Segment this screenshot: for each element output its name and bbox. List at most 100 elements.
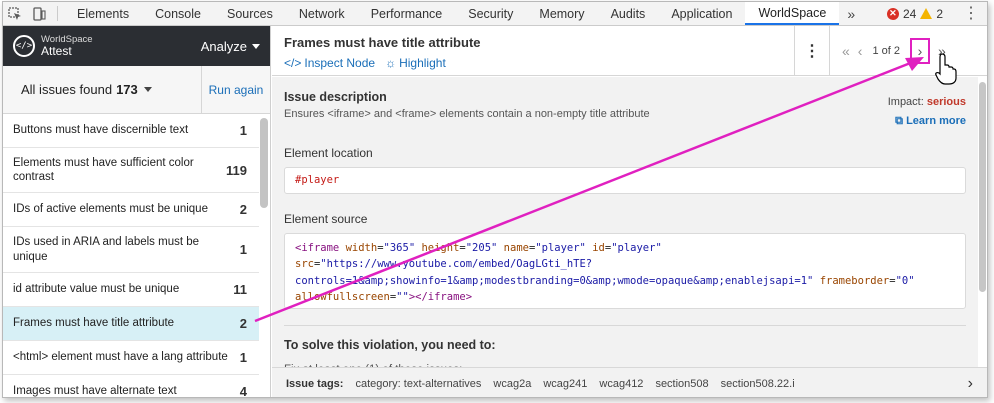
- highlight-label: Highlight: [399, 56, 446, 70]
- issue-tags-bar: Issue tags: category: text-alternatives …: [272, 367, 987, 397]
- more-tabs-button[interactable]: »: [839, 2, 863, 25]
- devtools-menu-icon[interactable]: ⋮: [963, 5, 979, 22]
- issue-tag: category: text-alternatives: [355, 377, 482, 390]
- issue-tags-label: Issue tags:: [286, 377, 344, 390]
- element-source-code[interactable]: <iframe width="365" height="205" name="p…: [284, 233, 966, 309]
- inspect-node-link[interactable]: </> Inspect Node: [284, 56, 375, 70]
- brand-header: </> WorldSpace Attest Analyze: [3, 26, 270, 66]
- issue-item-selected[interactable]: Frames must have title attribute 2: [3, 307, 259, 341]
- learn-more-link[interactable]: ⧉ Learn more: [888, 115, 966, 128]
- impact-label: Impact:: [887, 96, 924, 108]
- issues-summary: All issues found 173 Run again: [3, 66, 270, 114]
- prev-page-icon[interactable]: ‹: [858, 43, 863, 59]
- brand-name: WorldSpace Attest: [41, 34, 93, 58]
- issue-count: 11: [233, 282, 247, 297]
- impact-row: Impact: serious: [888, 96, 966, 108]
- issue-filter-dropdown[interactable]: All issues found 173: [3, 66, 202, 113]
- issue-label: Buttons must have discernible text: [13, 124, 189, 137]
- impact-area: Impact: serious ⧉ Learn more: [888, 90, 966, 128]
- issue-count: 1: [239, 123, 247, 138]
- tab-network[interactable]: Network: [286, 2, 358, 25]
- console-status[interactable]: ✕ 24 2 ⋮: [886, 2, 987, 25]
- issue-tag: wcag241: [543, 377, 588, 390]
- caret-down-icon: [252, 43, 260, 49]
- issue-pager: « ‹ 1 of 2 › »: [830, 26, 987, 75]
- summary-prefix: All issues found: [21, 82, 113, 97]
- detail-scrollbar[interactable]: [979, 82, 986, 292]
- issue-tag: section508: [655, 377, 709, 390]
- more-options-icon[interactable]: ⋮: [794, 26, 830, 75]
- tab-audits[interactable]: Audits: [598, 2, 659, 25]
- last-page-icon[interactable]: »: [938, 43, 946, 59]
- code-icon: </>: [284, 56, 302, 70]
- tab-performance[interactable]: Performance: [358, 2, 456, 25]
- detail-title-area: Frames must have title attribute </> Ins…: [272, 26, 794, 75]
- issue-item[interactable]: IDs used in ARIA and labels must be uniq…: [3, 227, 259, 273]
- element-location-value[interactable]: #player: [284, 167, 966, 194]
- issue-title: Frames must have title attribute: [284, 35, 481, 50]
- tab-application[interactable]: Application: [658, 2, 745, 25]
- analyze-label: Analyze: [200, 38, 247, 54]
- issue-tag: section508.22.i: [720, 377, 795, 390]
- tab-security[interactable]: Security: [455, 2, 526, 25]
- element-source-label: Element source: [284, 212, 368, 226]
- sidebar-scrollbar[interactable]: [260, 118, 268, 208]
- issue-count: 1: [239, 350, 247, 365]
- tab-elements[interactable]: Elements: [64, 2, 142, 25]
- error-count: 24: [902, 6, 917, 21]
- issue-list: Buttons must have discernible text 1 Ele…: [3, 114, 259, 398]
- issue-count: 1: [239, 242, 247, 257]
- device-toolbar-icon[interactable]: [27, 2, 51, 25]
- issues-sidebar: </> WorldSpace Attest Analyze All issues…: [3, 26, 271, 398]
- issue-item[interactable]: Images must have alternate text 4: [3, 375, 259, 398]
- description-left: Issue description Ensures <iframe> and <…: [284, 90, 888, 128]
- error-icon: ✕: [886, 7, 899, 20]
- description-text: Ensures <iframe> and <frame> elements co…: [284, 108, 650, 120]
- issue-tag: wcag412: [599, 377, 644, 390]
- tab-memory[interactable]: Memory: [526, 2, 597, 25]
- issue-count: 2: [239, 202, 247, 217]
- impact-value: serious: [926, 96, 966, 108]
- issue-item[interactable]: Elements must have sufficient color cont…: [3, 148, 259, 193]
- first-page-icon[interactable]: «: [842, 43, 850, 59]
- detail-body: Issue description Ensures <iframe> and <…: [272, 77, 978, 372]
- section-divider: [284, 325, 966, 326]
- detail-actions: </> Inspect Node ☼ Highlight: [284, 56, 794, 70]
- sun-icon: ☼: [385, 56, 397, 70]
- tab-console[interactable]: Console: [142, 2, 214, 25]
- description-title: Issue description: [284, 90, 387, 104]
- external-link-icon: ⧉: [895, 115, 904, 127]
- issue-label: IDs of active elements must be unique: [13, 203, 208, 216]
- issue-item[interactable]: id attribute value must be unique 11: [3, 273, 259, 307]
- element-location-label: Element location: [284, 146, 373, 160]
- issue-description: Issue description Ensures <iframe> and <…: [284, 77, 966, 128]
- warning-count: 2: [936, 6, 943, 21]
- inspect-node-label: Inspect Node: [304, 56, 376, 70]
- worldspace-logo-icon: </>: [13, 35, 35, 57]
- issue-item[interactable]: Buttons must have discernible text 1: [3, 114, 259, 148]
- issue-detail-panel: Frames must have title attribute </> Ins…: [272, 26, 987, 397]
- issue-total-count: 173: [116, 82, 138, 97]
- toolbar-divider: [57, 6, 58, 21]
- issue-item[interactable]: <html> element must have a lang attribut…: [3, 341, 259, 375]
- tab-sources[interactable]: Sources: [214, 2, 286, 25]
- chevron-right-icon[interactable]: ›: [968, 375, 973, 393]
- devtools-tabbar: Elements Console Sources Network Perform…: [3, 2, 987, 26]
- detail-header: Frames must have title attribute </> Ins…: [272, 26, 987, 76]
- next-page-icon[interactable]: ›: [910, 37, 930, 64]
- issue-item[interactable]: IDs of active elements must be unique 2: [3, 193, 259, 227]
- warning-icon: [920, 8, 933, 19]
- issue-label: Frames must have title attribute: [13, 317, 175, 330]
- issue-label: IDs used in ARIA and labels must be uniq…: [13, 236, 200, 263]
- devtools-window: Elements Console Sources Network Perform…: [2, 1, 988, 398]
- tab-worldspace[interactable]: WorldSpace: [745, 2, 840, 25]
- issue-count: 4: [239, 384, 247, 398]
- caret-down-icon: [143, 87, 152, 92]
- inspect-element-icon[interactable]: [3, 2, 27, 25]
- run-again-button[interactable]: Run again: [202, 83, 270, 97]
- analyze-button[interactable]: Analyze: [201, 39, 260, 54]
- highlight-link[interactable]: ☼ Highlight: [385, 56, 446, 70]
- issue-label: Elements must have sufficient color cont…: [13, 156, 194, 183]
- issue-count: 119: [226, 162, 247, 178]
- brand-name-bottom: Attest: [41, 43, 72, 58]
